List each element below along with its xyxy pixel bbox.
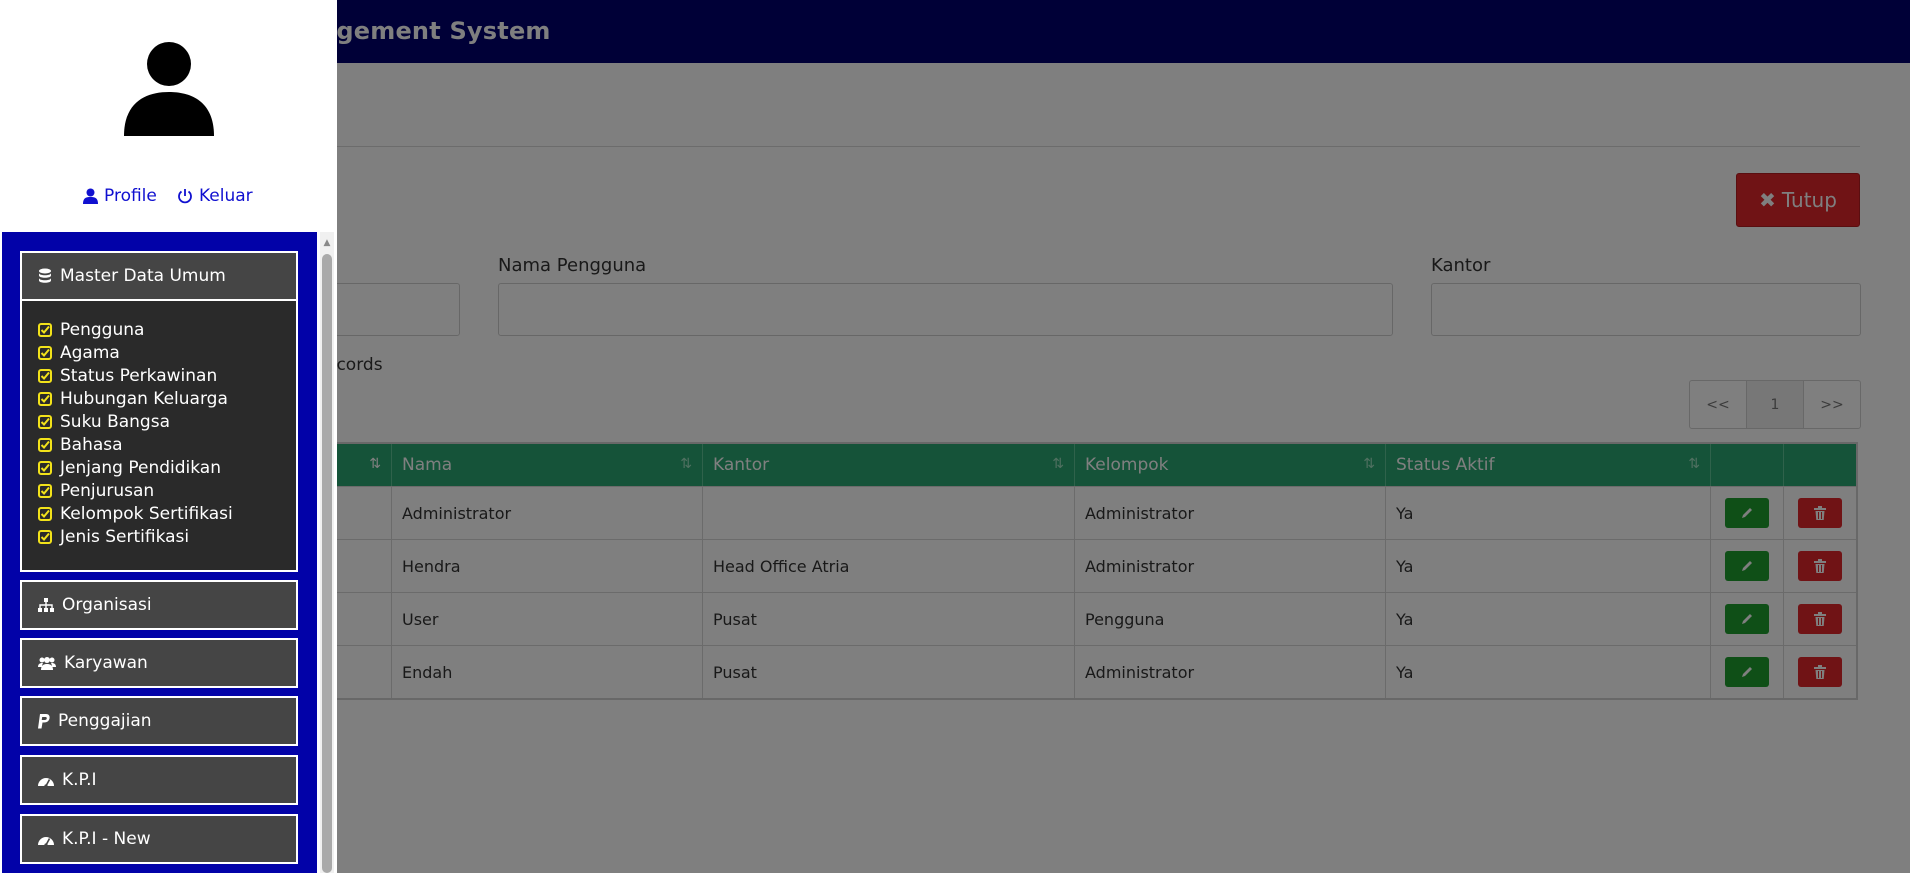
submenu-item-kelompok-sertifikasi[interactable]: Kelompok Sertifikasi (38, 503, 233, 525)
submenu-label: Kelompok Sertifikasi (60, 504, 233, 524)
users-icon (38, 657, 56, 670)
menu-label: K.P.I (62, 770, 97, 790)
scroll-up-arrow-icon[interactable]: ▲ (320, 238, 334, 248)
submenu-label: Suku Bangsa (60, 412, 170, 432)
submenu-label: Bahasa (60, 435, 123, 455)
sitemap-icon (38, 598, 54, 612)
submenu-label: Agama (60, 343, 120, 363)
menu-label: Penggajian (58, 711, 152, 731)
menu-label: Karyawan (64, 653, 148, 673)
submenu-item-jenjang-pendidikan[interactable]: Jenjang Pendidikan (38, 457, 221, 479)
submenu-item-jenis-sertifikasi[interactable]: Jenis Sertifikasi (38, 526, 189, 548)
checkbox-checked-icon (38, 507, 52, 521)
submenu-item-suku-bangsa[interactable]: Suku Bangsa (38, 411, 170, 433)
checkbox-checked-icon (38, 484, 52, 498)
checkbox-checked-icon (38, 346, 52, 360)
submenu-item-agama[interactable]: Agama (38, 342, 120, 364)
submenu-label: Status Perkawinan (60, 366, 218, 386)
submenu-item-hubungan-keluarga[interactable]: Hubungan Keluarga (38, 388, 228, 410)
profile-link-label: Profile (104, 186, 157, 206)
checkbox-checked-icon (38, 530, 52, 544)
menu-master-data-umum[interactable]: Master Data Umum (20, 251, 298, 301)
menu-label: K.P.I - New (62, 829, 151, 849)
user-icon (83, 188, 98, 204)
submenu-item-status-perkawinan[interactable]: Status Perkawinan (38, 365, 217, 387)
submenu-label: Jenis Sertifikasi (60, 527, 190, 547)
power-icon (178, 189, 192, 204)
menu-organisasi[interactable]: Organisasi (20, 580, 298, 630)
checkbox-checked-icon (38, 461, 52, 475)
submenu-label: Pengguna (60, 320, 145, 340)
paypal-icon (38, 713, 50, 728)
submenu-label: Hubungan Keluarga (60, 389, 228, 409)
submenu-master-data-umum: Pengguna Agama Status Perkawinan Hubunga… (20, 301, 298, 572)
submenu-item-pengguna[interactable]: Pengguna (38, 319, 144, 341)
logout-link-label: Keluar (199, 186, 253, 206)
checkbox-checked-icon (38, 392, 52, 406)
menu-kpi[interactable]: K.P.I (20, 755, 298, 805)
checkbox-checked-icon (38, 369, 52, 383)
submenu-item-bahasa[interactable]: Bahasa (38, 434, 123, 456)
checkbox-checked-icon (38, 323, 52, 337)
submenu-label: Jenjang Pendidikan (60, 458, 222, 478)
database-icon (39, 268, 51, 283)
menu-penggajian[interactable]: Penggajian (20, 696, 298, 746)
logout-link[interactable]: Keluar (177, 186, 253, 206)
menu-label: Master Data Umum (60, 266, 226, 286)
menu-kpi-new[interactable]: K.P.I - New (20, 814, 298, 864)
menu-label: Organisasi (62, 595, 152, 615)
dashboard-icon (38, 836, 54, 846)
menu-karyawan[interactable]: Karyawan (20, 638, 298, 688)
profile-link[interactable]: Profile (83, 186, 157, 206)
dashboard-icon (38, 777, 54, 787)
scrollbar-thumb[interactable] (322, 254, 332, 873)
checkbox-checked-icon (38, 415, 52, 429)
user-avatar-icon (124, 42, 214, 136)
checkbox-checked-icon (38, 438, 52, 452)
submenu-item-penjurusan[interactable]: Penjurusan (38, 480, 154, 502)
submenu-label: Penjurusan (60, 481, 155, 501)
